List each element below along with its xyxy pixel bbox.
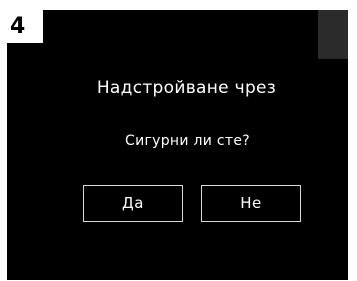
dialog-title: Надстройване чрез: [96, 78, 277, 98]
yes-button[interactable]: Да: [83, 185, 183, 222]
corner-panel: [318, 10, 348, 59]
step-number-badge: 4: [5, 10, 43, 43]
no-button[interactable]: Не: [201, 185, 301, 222]
dialog-question: Сигурни ли сте?: [125, 133, 250, 149]
tv-screen: Надстройване чрез Сигурни ли сте? Да Не: [7, 10, 348, 280]
